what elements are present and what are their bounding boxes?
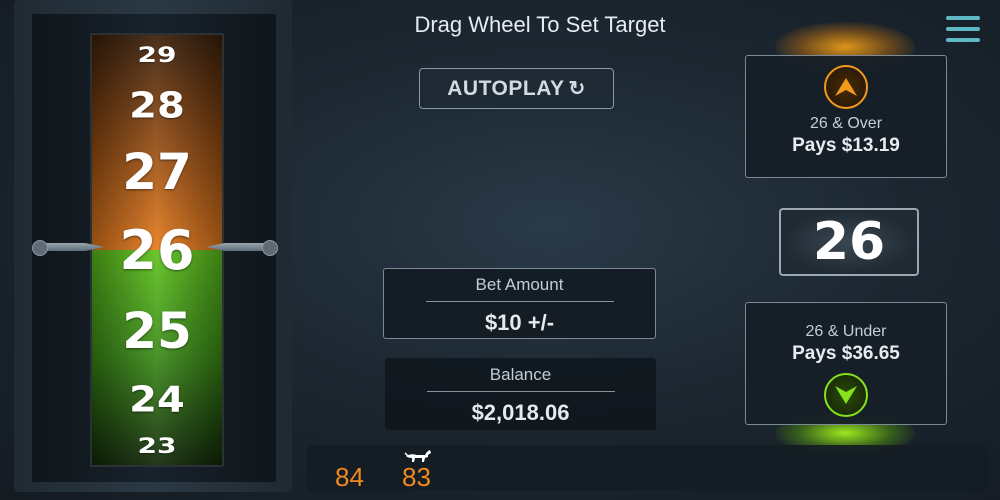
arrow-up-icon[interactable] <box>824 65 868 109</box>
history-result: 83 <box>402 462 431 492</box>
divider <box>426 391 615 392</box>
bet-amount-value[interactable]: $10 +/- <box>384 310 655 336</box>
target-pointer-left <box>32 240 112 256</box>
over-payout: Pays $13.19 <box>792 135 900 156</box>
balance-label: Balance <box>489 365 552 384</box>
autoplay-label: AUTOPLAY <box>447 76 565 100</box>
bet-amount-label: Bet Amount <box>475 275 564 294</box>
over-bet-button[interactable]: 26 & Over Pays $13.19 <box>745 55 947 178</box>
results-history: 84 83 <box>307 445 988 492</box>
wheel-number: 23 <box>137 433 177 458</box>
under-bet-button[interactable]: 26 & Under Pays $36.65 <box>745 302 947 425</box>
over-label: 26 & Over <box>809 115 883 132</box>
arrow-down-icon[interactable] <box>824 373 868 417</box>
history-result: 84 <box>335 462 364 492</box>
bet-amount-panel[interactable]: Bet Amount $10 +/- <box>383 268 656 339</box>
target-pointer-right <box>196 240 278 256</box>
wheel-number: 25 <box>122 302 192 360</box>
balance-value: $2,018.06 <box>471 400 570 425</box>
balance-panel: Balance $2,018.06 <box>385 358 656 430</box>
divider <box>425 301 614 302</box>
dog-icon <box>404 450 431 462</box>
under-payout: Pays $36.65 <box>792 343 900 364</box>
wheel-number: 28 <box>129 85 185 127</box>
target-number-display: 26 <box>779 208 919 276</box>
under-label: 26 & Under <box>805 323 887 340</box>
wheel-number: 29 <box>137 42 177 67</box>
refresh-icon: ↻ <box>568 78 586 100</box>
wheel-number: 24 <box>129 379 185 421</box>
autoplay-button[interactable]: AUTOPLAY ↻ <box>419 68 614 109</box>
wheel-number: 27 <box>122 143 192 201</box>
page-title: Drag Wheel To Set Target <box>414 12 666 37</box>
hamburger-menu-icon[interactable] <box>946 16 980 42</box>
